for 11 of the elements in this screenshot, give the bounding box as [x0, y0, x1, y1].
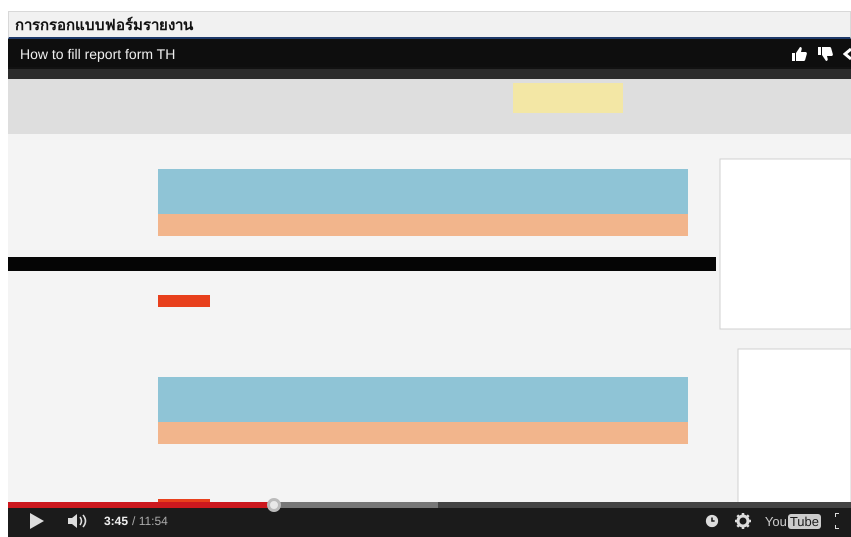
page-title: การกรอกแบบฟอร์มรายงาน [15, 14, 193, 36]
settings-icon[interactable] [734, 513, 751, 529]
play-icon[interactable] [30, 513, 44, 529]
video-title[interactable]: How to fill report form TH [20, 46, 176, 62]
thumbs-up-icon[interactable] [791, 46, 807, 62]
volume-icon[interactable] [68, 513, 88, 529]
duration: / 11:54 [132, 514, 168, 528]
current-time: 3:45 [104, 514, 128, 528]
thumbs-down-icon[interactable] [817, 46, 833, 62]
clock-icon[interactable] [704, 513, 719, 529]
share-icon[interactable] [843, 46, 851, 62]
